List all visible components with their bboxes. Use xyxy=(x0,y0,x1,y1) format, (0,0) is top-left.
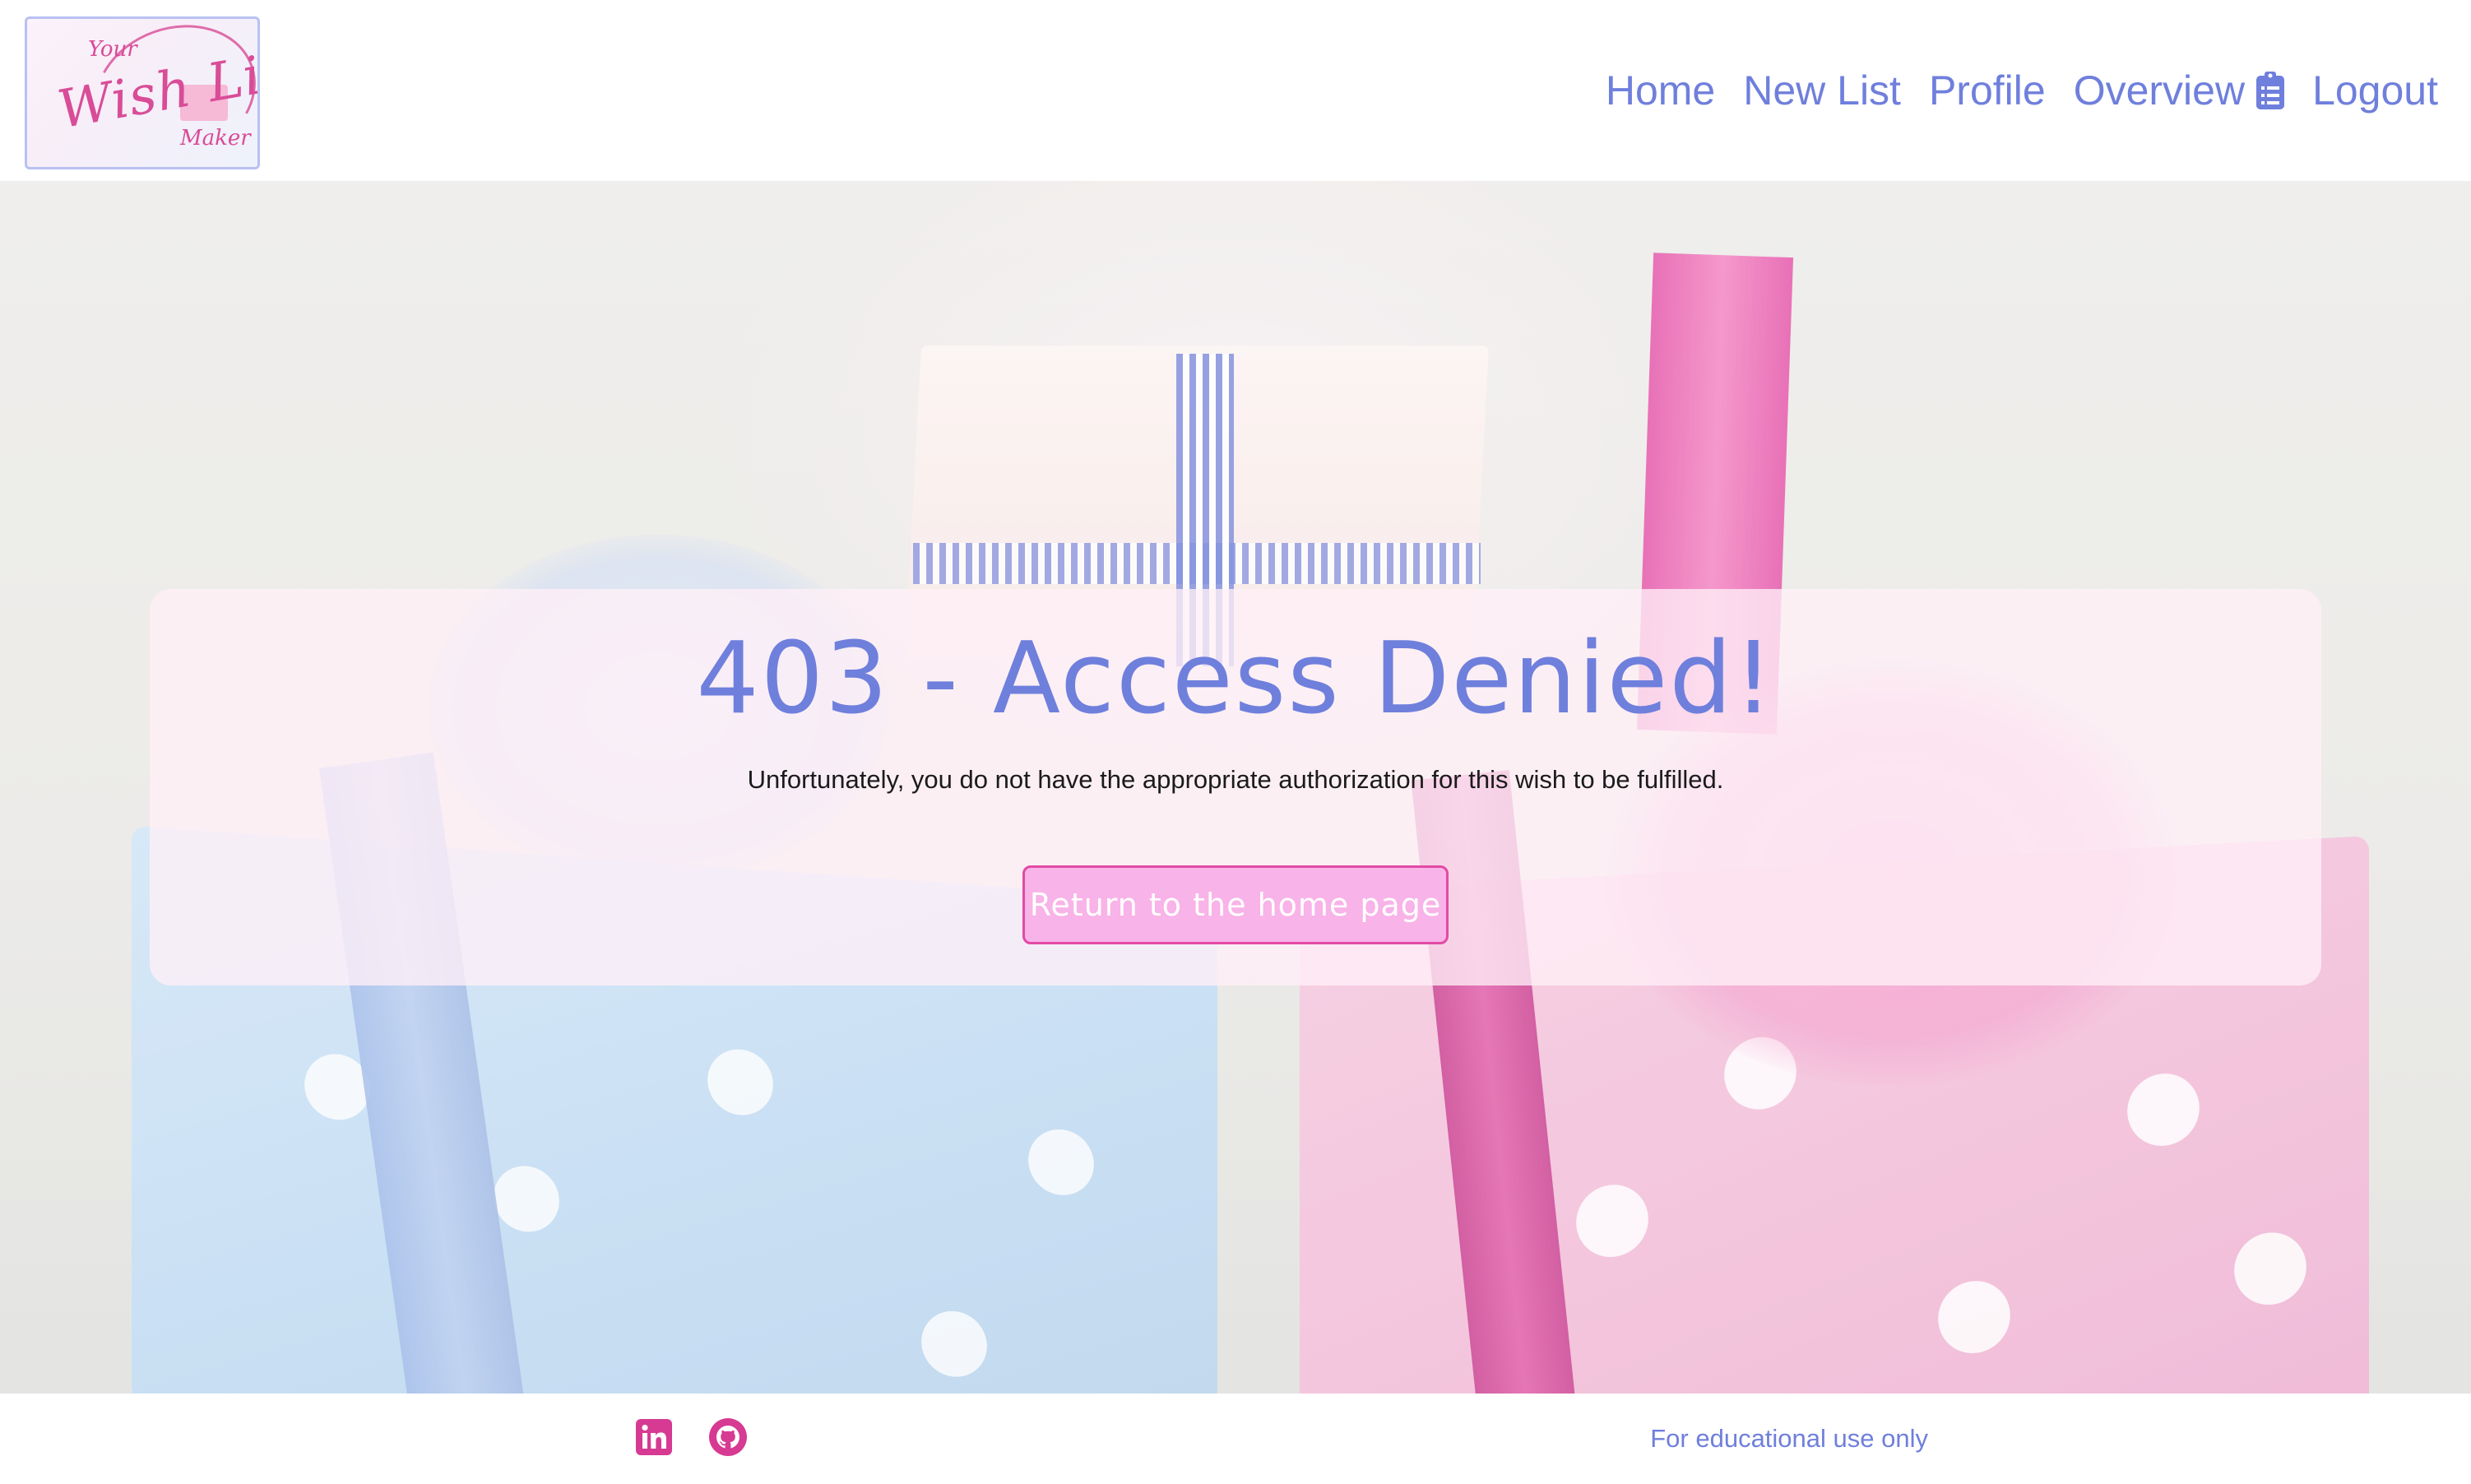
footer-disclaimer: For educational use only xyxy=(1650,1424,1928,1453)
site-footer: For educational use only xyxy=(0,1394,2471,1484)
nav-overview[interactable]: Overview xyxy=(2073,67,2285,114)
error-card: 403 - Access Denied! Unfortunately, you … xyxy=(150,589,2321,985)
nav-logout[interactable]: Logout xyxy=(2312,67,2438,114)
linkedin-icon[interactable] xyxy=(633,1417,675,1458)
nav-home-label: Home xyxy=(1605,67,1716,114)
error-message: Unfortunately, you do not have the appro… xyxy=(747,765,1724,794)
nav-profile-label: Profile xyxy=(1928,67,2046,114)
site-header: Your Wish List Maker Home New List Profi… xyxy=(0,0,2471,181)
github-icon[interactable] xyxy=(707,1417,749,1458)
nav-overview-label: Overview xyxy=(2073,67,2246,114)
return-home-button[interactable]: Return to the home page xyxy=(1022,865,1449,944)
logo-text-top: Your xyxy=(88,37,137,62)
logo-text-bottom: Maker xyxy=(180,126,251,151)
nav-new-list[interactable]: New List xyxy=(1743,67,1901,114)
nav-new-list-label: New List xyxy=(1743,67,1901,114)
nav-home[interactable]: Home xyxy=(1606,67,1715,114)
logo[interactable]: Your Wish List Maker xyxy=(25,16,260,169)
nav-logout-label: Logout xyxy=(2312,67,2438,114)
hero-background: 403 - Access Denied! Unfortunately, you … xyxy=(0,181,2471,1394)
main-nav: Home New List Profile Overview Logout xyxy=(1606,59,2438,122)
clipboard-list-icon xyxy=(2256,72,2285,109)
nav-profile[interactable]: Profile xyxy=(1929,67,2046,114)
error-title: 403 - Access Denied! xyxy=(696,622,1775,736)
